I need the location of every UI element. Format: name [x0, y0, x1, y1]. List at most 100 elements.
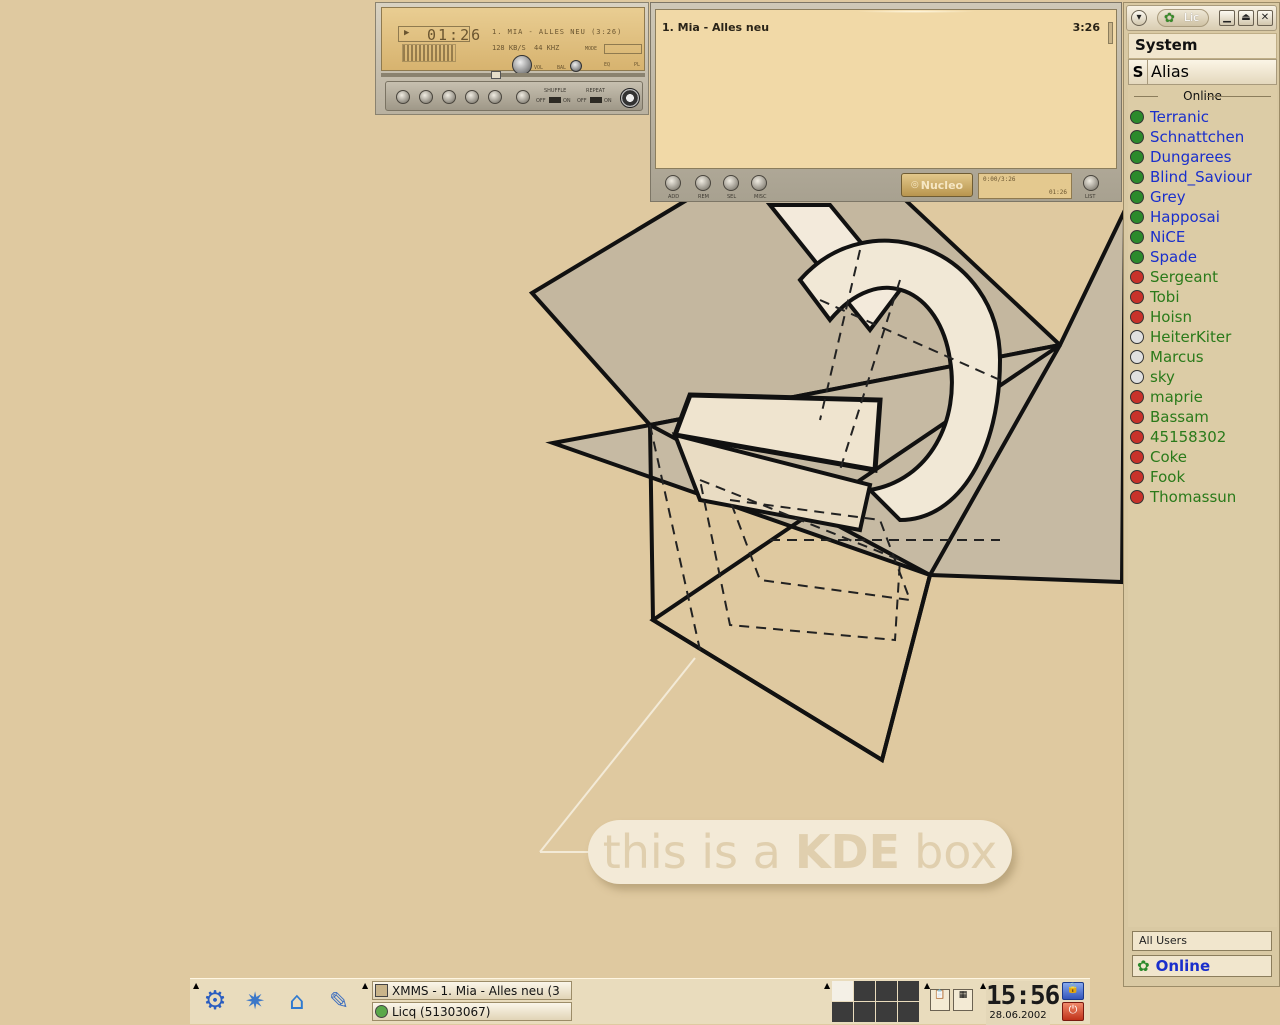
contact-item[interactable]: Thomassun: [1130, 487, 1236, 507]
xmms-playlist-window[interactable]: 1. Mia - Alles neu 3:26 ADD REM SEL MISC…: [650, 2, 1122, 202]
maximize-button[interactable]: ⏏: [1238, 10, 1254, 26]
mode-slider[interactable]: [604, 44, 642, 54]
pager-desktop[interactable]: [854, 1002, 875, 1022]
klipper-applet[interactable]: 📋: [930, 989, 950, 1011]
contact-item[interactable]: Blind_Saviour: [1130, 167, 1252, 187]
eject-button[interactable]: [516, 90, 530, 104]
contact-item[interactable]: 45158302: [1130, 427, 1226, 447]
contact-list[interactable]: Online Terranic Schnattchen Dungarees Blind…: [1128, 85, 1277, 927]
select-button[interactable]: [723, 175, 739, 191]
pager-desktop[interactable]: [876, 981, 897, 1001]
volume-knob[interactable]: [512, 55, 532, 75]
contact-item[interactable]: sky: [1130, 367, 1175, 387]
licq-flower-icon: ✿: [1164, 11, 1175, 26]
licq-titlebar[interactable]: ▾ ✿ Lic ▁ ⏏ ✕: [1126, 5, 1277, 31]
balance-knob[interactable]: [570, 60, 582, 72]
contact-item[interactable]: Tobi: [1130, 287, 1179, 307]
online-flower-icon: [1130, 190, 1144, 204]
contact-alias: Blind_Saviour: [1150, 168, 1252, 186]
play-button[interactable]: [419, 90, 433, 104]
pager-desktop[interactable]: [876, 1002, 897, 1022]
logout-button[interactable]: ⏻: [1062, 1002, 1084, 1021]
pager-desktop[interactable]: [854, 981, 875, 1001]
stop-button[interactable]: [465, 90, 479, 104]
contact-alias: Terranic: [1150, 108, 1210, 126]
contact-item[interactable]: Spade: [1130, 247, 1197, 267]
next-button[interactable]: [488, 90, 502, 104]
xmms-main-window[interactable]: ▶ 01:26 1. MIA - ALLES NEU (3:26) 128 KB…: [375, 2, 649, 115]
clock-time: 15:56: [986, 981, 1060, 1011]
remove-button[interactable]: [695, 175, 711, 191]
playlist-area[interactable]: 1. Mia - Alles neu 3:26: [655, 9, 1117, 169]
contact-item[interactable]: maprie: [1130, 387, 1203, 407]
contact-item[interactable]: Coke: [1130, 447, 1187, 467]
desktop-pager[interactable]: [832, 981, 919, 1023]
contact-item[interactable]: Sergeant: [1130, 267, 1218, 287]
previous-button[interactable]: [396, 90, 410, 104]
licq-title-tab: ✿ Lic: [1157, 9, 1209, 27]
status-column-header[interactable]: S: [1129, 60, 1148, 84]
playlist-entry-title[interactable]: 1. Mia - Alles neu: [662, 21, 769, 34]
playlist-scrollbar[interactable]: [1108, 22, 1113, 44]
konqueror-launcher[interactable]: ✷: [238, 983, 272, 1019]
task-xmms-label: XMMS - 1. Mia - Alles neu (3: [392, 983, 560, 998]
contact-item[interactable]: Grey: [1130, 187, 1186, 207]
pl-toggle[interactable]: PL: [634, 62, 640, 68]
task-licq[interactable]: Licq (51303067): [372, 1002, 572, 1021]
contact-item[interactable]: Terranic: [1130, 107, 1209, 127]
contact-item[interactable]: HeiterKiter: [1130, 327, 1231, 347]
online-flower-icon: [1130, 130, 1144, 144]
home-launcher[interactable]: ⌂: [280, 983, 314, 1019]
add-button[interactable]: [665, 175, 681, 191]
close-button[interactable]: ✕: [1257, 10, 1273, 26]
contact-item[interactable]: Dungarees: [1130, 147, 1231, 167]
repeat-toggle[interactable]: [590, 97, 602, 103]
pager-desktop[interactable]: [898, 981, 919, 1001]
licq-task-icon: [375, 1005, 388, 1018]
online-flower-icon: [1130, 150, 1144, 164]
pager-desktop[interactable]: [832, 1002, 853, 1022]
contact-item[interactable]: Hoisn: [1130, 307, 1192, 327]
slogan-prefix: this is a: [602, 825, 781, 879]
status-select[interactable]: ✿ Online: [1132, 955, 1272, 977]
contact-alias: Coke: [1150, 448, 1188, 466]
pager-arrow-icon[interactable]: ▲: [824, 981, 830, 990]
eq-toggle[interactable]: EQ: [604, 62, 610, 68]
lock-screen-button[interactable]: 🔒: [1062, 982, 1084, 1000]
task-xmms[interactable]: XMMS - 1. Mia - Alles neu (3: [372, 981, 572, 1000]
licq-window[interactable]: ▾ ✿ Lic ▁ ⏏ ✕ System S Alias Online Terr…: [1123, 2, 1280, 987]
contact-item[interactable]: Marcus: [1130, 347, 1204, 367]
kmenu-button[interactable]: ⚙: [198, 983, 232, 1019]
seek-handle[interactable]: [491, 71, 501, 79]
contact-item[interactable]: Happosai: [1130, 207, 1220, 227]
contact-item[interactable]: Fook: [1130, 467, 1185, 487]
list-button[interactable]: [1083, 175, 1099, 191]
korganizer-applet[interactable]: ▦: [953, 989, 973, 1011]
alias-column-header[interactable]: Alias: [1151, 62, 1189, 81]
contact-alias: Hoisn: [1150, 308, 1192, 326]
contact-list-header[interactable]: S Alias: [1128, 59, 1277, 85]
group-select[interactable]: All Users: [1132, 931, 1272, 951]
pager-desktop[interactable]: [832, 981, 853, 1001]
misc-button[interactable]: [751, 175, 767, 191]
clock-applet[interactable]: 15:56 28.06.2002: [986, 981, 1060, 1025]
contact-item[interactable]: NiCE: [1130, 227, 1185, 247]
system-menu[interactable]: System: [1128, 33, 1277, 59]
xmms-display: ▶ 01:26 1. MIA - ALLES NEU (3:26) 128 KB…: [381, 7, 645, 75]
kcontrol-launcher[interactable]: ✎: [322, 983, 356, 1019]
menu-button[interactable]: [620, 88, 640, 108]
bal-label: BAL: [557, 65, 567, 71]
minimize-button[interactable]: ▁: [1219, 10, 1235, 26]
pager-desktop[interactable]: [898, 1002, 919, 1022]
seek-bar[interactable]: [381, 71, 645, 79]
repeat-label: REPEAT: [586, 88, 605, 94]
taskbar-arrow-icon[interactable]: ▲: [362, 981, 368, 990]
pause-button[interactable]: [442, 90, 456, 104]
not-available-icon: [1130, 490, 1144, 504]
window-menu-button[interactable]: ▾: [1131, 10, 1147, 26]
contact-item[interactable]: Schnattchen: [1130, 127, 1244, 147]
contact-alias: 45158302: [1150, 428, 1227, 446]
shuffle-toggle[interactable]: [549, 97, 561, 103]
vol-label: VOL: [534, 65, 544, 71]
contact-item[interactable]: Bassam: [1130, 407, 1209, 427]
